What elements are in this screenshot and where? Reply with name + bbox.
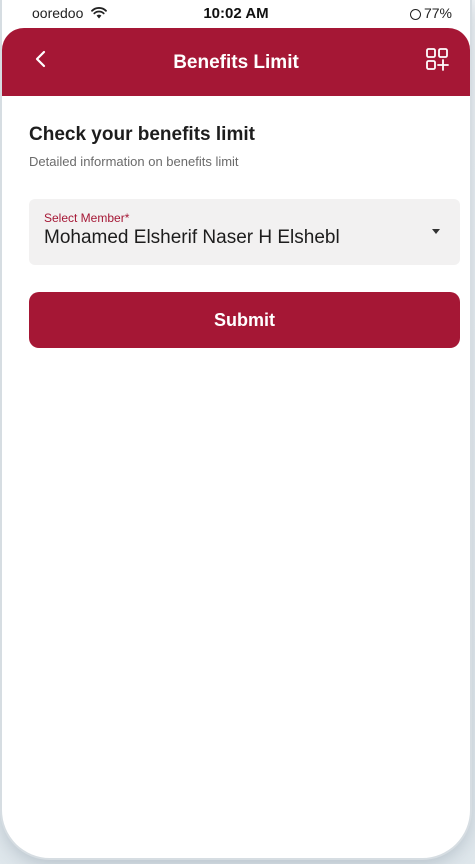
battery-indicator: 77% [409,5,452,21]
submit-button[interactable]: Submit [29,292,460,348]
phone-screen: ooredoo 10:02 AM 77% Benefits Limit Chec… [2,0,470,858]
app-bar: Benefits Limit [2,28,470,96]
section-subheading: Detailed information on benefits limit [29,154,239,169]
status-time: 10:02 AM [203,5,269,22]
section-heading: Check your benefits limit [29,124,255,145]
member-select-label: Select Member* [44,211,130,225]
location-lock-icon [409,8,421,20]
page-title: Benefits Limit [173,52,299,73]
member-select[interactable]: Select Member* Mohamed Elsherif Naser H … [29,199,460,265]
status-bar: ooredoo 10:02 AM 77% [2,0,470,28]
member-select-value: Mohamed Elsherif Naser H Elshebl [44,227,340,248]
grid-menu-button[interactable] [422,46,452,76]
grid-add-icon [425,47,449,76]
battery-percent: 77% [423,5,452,21]
dropdown-arrow-icon [432,229,440,234]
